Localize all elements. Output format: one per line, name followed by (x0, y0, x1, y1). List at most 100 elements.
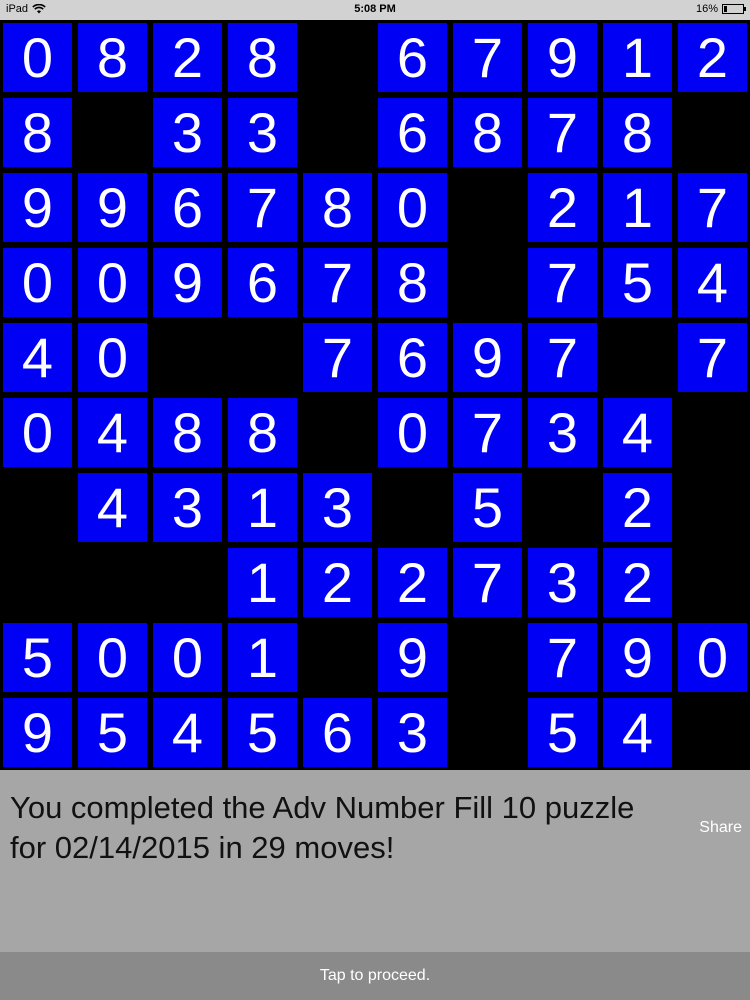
number-cell[interactable]: 7 (300, 245, 375, 320)
number-cell[interactable]: 5 (225, 695, 300, 770)
number-cell[interactable]: 4 (600, 695, 675, 770)
number-cell[interactable]: 2 (150, 20, 225, 95)
number-cell[interactable]: 7 (300, 320, 375, 395)
number-cell[interactable]: 9 (375, 620, 450, 695)
empty-cell[interactable] (375, 470, 450, 545)
number-cell[interactable]: 8 (0, 95, 75, 170)
number-cell[interactable]: 9 (525, 20, 600, 95)
number-cell[interactable]: 3 (300, 470, 375, 545)
number-cell[interactable]: 0 (150, 620, 225, 695)
number-cell[interactable]: 4 (75, 470, 150, 545)
proceed-button[interactable]: Tap to proceed. (0, 952, 750, 1000)
number-cell[interactable]: 3 (525, 395, 600, 470)
empty-cell[interactable] (675, 395, 750, 470)
number-cell[interactable]: 7 (450, 395, 525, 470)
number-cell[interactable]: 9 (0, 170, 75, 245)
number-cell[interactable]: 9 (75, 170, 150, 245)
number-cell[interactable]: 0 (0, 20, 75, 95)
number-cell[interactable]: 6 (225, 245, 300, 320)
empty-cell[interactable] (675, 470, 750, 545)
number-cell[interactable]: 8 (600, 95, 675, 170)
number-cell[interactable]: 2 (600, 545, 675, 620)
number-cell[interactable]: 8 (75, 20, 150, 95)
number-cell[interactable]: 2 (375, 545, 450, 620)
number-cell[interactable]: 7 (225, 170, 300, 245)
number-cell[interactable]: 0 (0, 245, 75, 320)
number-cell[interactable]: 8 (300, 170, 375, 245)
empty-cell[interactable] (675, 545, 750, 620)
number-cell[interactable]: 7 (675, 320, 750, 395)
number-cell[interactable]: 0 (0, 395, 75, 470)
number-cell[interactable]: 6 (150, 170, 225, 245)
empty-cell[interactable] (150, 545, 225, 620)
empty-cell[interactable] (75, 545, 150, 620)
number-cell[interactable]: 6 (300, 695, 375, 770)
number-cell[interactable]: 1 (600, 20, 675, 95)
number-cell[interactable]: 5 (0, 620, 75, 695)
number-cell[interactable]: 3 (225, 95, 300, 170)
empty-cell[interactable] (300, 620, 375, 695)
empty-cell[interactable] (450, 245, 525, 320)
number-cell[interactable]: 0 (75, 320, 150, 395)
empty-cell[interactable] (675, 695, 750, 770)
empty-cell[interactable] (450, 620, 525, 695)
number-cell[interactable]: 5 (600, 245, 675, 320)
number-cell[interactable]: 5 (75, 695, 150, 770)
number-cell[interactable]: 9 (600, 620, 675, 695)
number-cell[interactable]: 4 (675, 245, 750, 320)
empty-cell[interactable] (150, 320, 225, 395)
number-cell[interactable]: 1 (225, 470, 300, 545)
number-cell[interactable]: 6 (375, 95, 450, 170)
number-cell[interactable]: 7 (525, 245, 600, 320)
number-cell[interactable]: 9 (0, 695, 75, 770)
empty-cell[interactable] (600, 320, 675, 395)
number-cell[interactable]: 0 (375, 395, 450, 470)
number-cell[interactable]: 9 (150, 245, 225, 320)
number-cell[interactable]: 0 (675, 620, 750, 695)
empty-cell[interactable] (300, 95, 375, 170)
number-cell[interactable]: 9 (450, 320, 525, 395)
number-cell[interactable]: 7 (525, 620, 600, 695)
number-cell[interactable]: 6 (375, 320, 450, 395)
number-cell[interactable]: 8 (450, 95, 525, 170)
number-cell[interactable]: 6 (375, 20, 450, 95)
number-cell[interactable]: 5 (525, 695, 600, 770)
number-cell[interactable]: 1 (600, 170, 675, 245)
number-cell[interactable]: 7 (525, 320, 600, 395)
empty-cell[interactable] (675, 95, 750, 170)
empty-cell[interactable] (525, 470, 600, 545)
share-button[interactable]: Share (699, 819, 742, 837)
number-cell[interactable]: 7 (450, 20, 525, 95)
number-cell[interactable]: 3 (375, 695, 450, 770)
number-cell[interactable]: 1 (225, 620, 300, 695)
number-cell[interactable]: 8 (375, 245, 450, 320)
empty-cell[interactable] (75, 95, 150, 170)
number-cell[interactable]: 0 (75, 245, 150, 320)
number-cell[interactable]: 8 (150, 395, 225, 470)
number-cell[interactable]: 4 (0, 320, 75, 395)
number-cell[interactable]: 8 (225, 395, 300, 470)
number-cell[interactable]: 0 (75, 620, 150, 695)
number-cell[interactable]: 2 (600, 470, 675, 545)
number-cell[interactable]: 7 (675, 170, 750, 245)
empty-cell[interactable] (300, 395, 375, 470)
number-cell[interactable]: 3 (150, 470, 225, 545)
empty-cell[interactable] (0, 470, 75, 545)
empty-cell[interactable] (300, 20, 375, 95)
empty-cell[interactable] (450, 695, 525, 770)
number-cell[interactable]: 4 (600, 395, 675, 470)
number-cell[interactable]: 2 (300, 545, 375, 620)
number-cell[interactable]: 2 (525, 170, 600, 245)
number-cell[interactable]: 4 (75, 395, 150, 470)
number-cell[interactable]: 3 (525, 545, 600, 620)
number-cell[interactable]: 0 (375, 170, 450, 245)
empty-cell[interactable] (225, 320, 300, 395)
number-cell[interactable]: 3 (150, 95, 225, 170)
empty-cell[interactable] (450, 170, 525, 245)
number-cell[interactable]: 4 (150, 695, 225, 770)
number-cell[interactable]: 7 (450, 545, 525, 620)
number-cell[interactable]: 7 (525, 95, 600, 170)
number-cell[interactable]: 1 (225, 545, 300, 620)
number-cell[interactable]: 5 (450, 470, 525, 545)
number-cell[interactable]: 2 (675, 20, 750, 95)
